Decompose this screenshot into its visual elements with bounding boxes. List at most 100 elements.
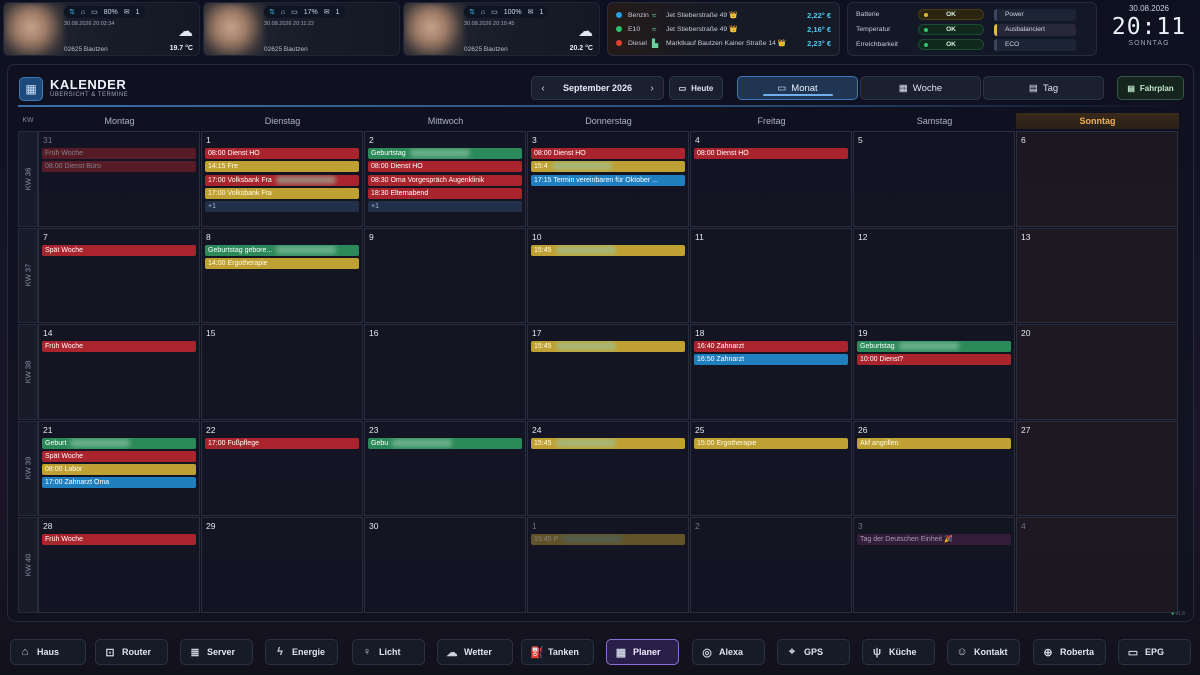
day-cell[interactable]: 4 <box>1016 517 1178 613</box>
day-cell[interactable]: 24 15:45 <box>527 420 689 516</box>
nav-küche[interactable]: ψ Küche <box>862 639 935 665</box>
calendar-event[interactable]: 08:30 Oma Vorgespräch Augenklinik <box>368 174 522 186</box>
calendar-event[interactable]: 16:40 Zahnarzt <box>694 341 848 352</box>
calendar-event[interactable]: 10:00 Dienst? <box>857 354 1011 366</box>
day-cell[interactable]: 23 Gebu <box>364 420 526 516</box>
calendar-event[interactable]: 17:15 Termin vereinbaren für Oktober ... <box>531 174 685 186</box>
person-card-1[interactable]: ⇅ ⌂ ▭ 80% ✉ 1 30.08.2026 20:02:34 02625 Bautz… <box>3 2 200 56</box>
nav-roberta[interactable]: ⊕ Roberta <box>1033 639 1106 665</box>
tab-day[interactable]: ▤ Tag <box>983 76 1104 100</box>
day-cell[interactable]: 18 16:40 Zahnarzt 16:50 Zahnarzt <box>690 324 852 420</box>
calendar-event[interactable]: Geburtstag gebore... <box>205 244 359 256</box>
calendar-event[interactable]: 14:00 Ergotherapie <box>205 257 359 269</box>
day-cell[interactable]: 1 08:00 Dienst HO 14:15 Fre 17:00 Volksbank… <box>201 131 363 227</box>
person-card-2[interactable]: ⇅ ⌂ ▭ 17% ✉ 1 30.08.2026 20:11:22 02625 Bautz… <box>203 2 400 56</box>
more-events-link[interactable]: +1 <box>205 201 359 213</box>
calendar-event[interactable]: 15:00 Ergotherapie <box>694 437 848 449</box>
calendar-event[interactable]: Akf angrillen <box>857 437 1011 449</box>
day-cell[interactable]: 2 <box>690 517 852 613</box>
day-cell[interactable]: 13 <box>1016 227 1178 323</box>
nav-energie[interactable]: ϟ Energie <box>265 639 338 665</box>
day-cell[interactable]: 10 15:45 <box>527 227 689 323</box>
power-mode-option[interactable]: ECO <box>994 38 1076 51</box>
nav-tanken[interactable]: ⛽ Tanken <box>521 639 594 665</box>
calendar-event[interactable]: Tag der Deutschen Einheit 🎉 <box>857 534 1011 545</box>
fuel-prices-widget[interactable]: Benzin ≈ Jet Stieberstraße 49 👑 2,22° € E10… <box>607 2 840 56</box>
day-cell[interactable]: 14 Früh Woche <box>38 324 200 420</box>
nav-epg[interactable]: ▭ EPG <box>1118 639 1191 665</box>
calendar-event[interactable]: Geburt <box>42 437 196 449</box>
tab-week[interactable]: ▦ Woche <box>860 76 981 100</box>
calendar-event[interactable]: Früh Woche <box>42 148 196 159</box>
nav-alexa[interactable]: ◎ Alexa <box>692 639 765 665</box>
day-cell[interactable]: 29 <box>201 517 363 613</box>
calendar-event[interactable]: 15:45 <box>531 437 685 449</box>
day-cell[interactable]: 1 15:45 P <box>527 517 689 613</box>
day-cell[interactable]: 26 Akf angrillen <box>853 420 1015 516</box>
calendar-event[interactable]: 14:15 Fre <box>205 161 359 173</box>
calendar-event[interactable]: Spät Woche <box>42 244 196 256</box>
nav-haus[interactable]: ⌂ Haus <box>10 639 86 665</box>
tab-month[interactable]: ▭ Monat <box>737 76 858 100</box>
more-events-link[interactable]: +1 <box>368 201 522 213</box>
calendar-event[interactable]: 17:00 Volksbank Fra <box>205 174 359 186</box>
calendar-event[interactable]: Spät Woche <box>42 450 196 462</box>
nav-licht[interactable]: ♀ Licht <box>352 639 425 665</box>
day-cell[interactable]: 17 15:45 <box>527 324 689 420</box>
day-cell[interactable]: 2 Geburtstag 08:00 Dienst HO 08:30 Oma Vorg… <box>364 131 526 227</box>
person-card-3[interactable]: ⇅ ⌂ ▭ 100% ✉ 1 30.08.2026 20:10:45 02625 Baut… <box>403 2 600 56</box>
day-cell[interactable]: 9 <box>364 227 526 323</box>
calendar-event[interactable]: 08:00 Dienst HO <box>531 148 685 159</box>
nav-planer[interactable]: ▦ Planer <box>606 639 679 665</box>
calendar-event[interactable]: 16:50 Zahnarzt <box>694 354 848 366</box>
today-button[interactable]: ▭ Heute <box>669 76 723 100</box>
day-cell[interactable]: 15 <box>201 324 363 420</box>
calendar-event[interactable]: Geburtstag <box>857 341 1011 352</box>
calendar-event[interactable]: 15:4 <box>531 161 685 173</box>
chevron-right-icon[interactable]: › <box>641 83 663 94</box>
nav-kontakt[interactable]: ☺ Kontakt <box>947 639 1020 665</box>
nav-router[interactable]: ⊡ Router <box>95 639 168 665</box>
day-cell[interactable]: 31 Früh Woche 08:00 Dienst Büro <box>38 131 200 227</box>
calendar-event[interactable]: 15:45 P <box>531 534 685 545</box>
calendar-event[interactable]: Geburtstag <box>368 148 522 159</box>
calendar-event[interactable]: Früh Woche <box>42 341 196 352</box>
day-cell[interactable]: 22 17:00 Fußpflege <box>201 420 363 516</box>
day-cell[interactable]: 8 Geburtstag gebore... 14:00 Ergotherapie <box>201 227 363 323</box>
day-cell[interactable]: 5 <box>853 131 1015 227</box>
calendar-event[interactable]: 08:00 Dienst Büro <box>42 161 196 173</box>
day-cell[interactable]: 27 <box>1016 420 1178 516</box>
nav-gps[interactable]: ⌖ GPS <box>777 639 850 665</box>
calendar-event[interactable]: 15:45 <box>531 244 685 256</box>
day-cell[interactable]: 11 <box>690 227 852 323</box>
power-mode-option[interactable]: Power <box>994 8 1076 21</box>
day-cell[interactable]: 21 Geburt Spät Woche 08:00 Labor 17:00 Zahna… <box>38 420 200 516</box>
calendar-event[interactable]: 17:00 Fußpflege <box>205 437 359 449</box>
day-cell[interactable]: 19 Geburtstag 10:00 Dienst? <box>853 324 1015 420</box>
chevron-left-icon[interactable]: ‹ <box>532 83 554 94</box>
day-cell[interactable]: 3 Tag der Deutschen Einheit 🎉 <box>853 517 1015 613</box>
calendar-event[interactable]: 08:00 Dienst HO <box>368 161 522 173</box>
calendar-event[interactable]: 08:00 Dienst HO <box>694 148 848 159</box>
calendar-event[interactable]: 18:30 Elternabend <box>368 187 522 199</box>
calendar-event[interactable]: 15:45 <box>531 341 685 352</box>
day-cell[interactable]: 12 <box>853 227 1015 323</box>
day-cell[interactable]: 28 Früh Woche <box>38 517 200 613</box>
day-cell[interactable]: 7 Spät Woche <box>38 227 200 323</box>
day-cell[interactable]: 3 08:00 Dienst HO 15:4 17:15 Termin vereinb… <box>527 131 689 227</box>
day-cell[interactable]: 16 <box>364 324 526 420</box>
nav-wetter[interactable]: ☁ Wetter <box>437 639 513 665</box>
calendar-event[interactable]: 08:00 Dienst HO <box>205 148 359 159</box>
calendar-event[interactable]: 08:00 Labor <box>42 464 196 476</box>
day-cell[interactable]: 25 15:00 Ergotherapie <box>690 420 852 516</box>
calendar-event[interactable]: 17:00 Volksbank Fra <box>205 187 359 199</box>
nav-server[interactable]: ≣ Server <box>180 639 253 665</box>
day-cell[interactable]: 4 08:00 Dienst HO <box>690 131 852 227</box>
calendar-event[interactable]: Früh Woche <box>42 534 196 545</box>
power-mode-option[interactable]: Ausbalanciert <box>994 23 1076 36</box>
day-cell[interactable]: 30 <box>364 517 526 613</box>
schedule-button[interactable]: ▤ Fahrplan <box>1117 76 1184 100</box>
day-cell[interactable]: 20 <box>1016 324 1178 420</box>
day-cell[interactable]: 6 <box>1016 131 1178 227</box>
calendar-event[interactable]: Gebu <box>368 437 522 449</box>
